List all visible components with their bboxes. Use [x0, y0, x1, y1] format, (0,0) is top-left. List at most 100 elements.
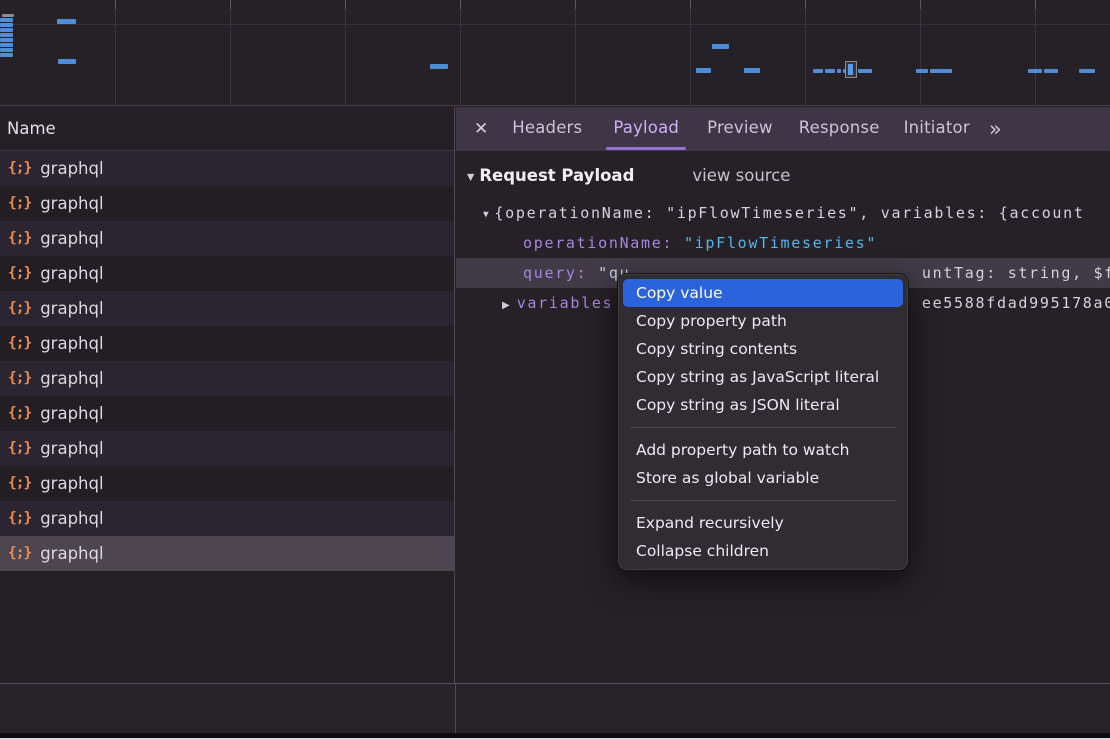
close-icon[interactable]: ✕ [474, 119, 488, 139]
request-row[interactable]: {;} graphql [0, 466, 454, 501]
timeline-grey-bar [2, 14, 14, 17]
timeline-bar [837, 69, 841, 73]
collapse-triangle-icon: ▼ [483, 209, 490, 220]
request-rows: {;} graphql {;} graphql {;} graphql {;} grap… [0, 151, 454, 571]
payload-root-row[interactable]: ▼ {operationName: "ipFlowTimeseries", var… [456, 198, 1110, 228]
timeline-bar [813, 69, 823, 73]
timeline-bar [0, 18, 13, 22]
timeline-bar [0, 33, 13, 37]
menu-item-copy-property-path[interactable]: Copy property path [623, 307, 903, 335]
request-row[interactable]: {;} graphql [0, 186, 454, 221]
timeline-tick [1035, 0, 1036, 9]
request-row[interactable]: {;}graphql [0, 431, 454, 466]
json-braces-icon: {;} [8, 536, 31, 571]
request-row-selected[interactable]: {;}graphql [0, 536, 454, 571]
collapse-triangle-icon: ▼ [467, 172, 474, 183]
request-row[interactable]: {;} graphql [0, 256, 454, 291]
network-summary-bar [0, 683, 1110, 733]
json-braces-icon: {;} [8, 466, 31, 501]
timeline-gridline [345, 0, 346, 106]
request-name: graphql [40, 291, 103, 326]
json-braces-icon: {;} [8, 256, 31, 291]
timeline-tick [690, 0, 691, 9]
menu-item-copy-value[interactable]: Copy value [623, 279, 903, 307]
timeline-gridline [920, 0, 921, 106]
timeline-gridline [805, 0, 806, 106]
timeline-gridline [230, 0, 231, 106]
timeline-gridline [115, 0, 116, 106]
request-name: graphql [40, 326, 103, 361]
property-key: query [523, 264, 577, 282]
timeline-bar [0, 23, 13, 27]
view-source-link[interactable]: view source [692, 166, 790, 185]
request-name: graphql [40, 501, 103, 536]
section-title: Request Payload [479, 166, 634, 185]
context-menu: Copy value Copy property path Copy strin… [617, 273, 909, 571]
panel-divider [455, 684, 456, 733]
timeline-tick [115, 0, 116, 9]
tab-payload[interactable]: Payload [606, 107, 686, 151]
json-braces-icon: {;} [8, 151, 31, 186]
timeline-gridline [575, 0, 576, 106]
timeline-bar [916, 69, 928, 73]
menu-item-copy-string-contents[interactable]: Copy string contents [623, 335, 903, 363]
timeline-lane-divider [0, 24, 1110, 25]
tab-response[interactable]: Response [792, 107, 887, 151]
request-row[interactable]: {;} graphql [0, 326, 454, 361]
column-header-name[interactable]: Name [0, 107, 454, 151]
menu-item-collapse-children[interactable]: Collapse children [623, 537, 903, 565]
timeline-bar [0, 38, 13, 42]
request-name: graphql [40, 466, 103, 501]
json-braces-icon: {;} [8, 221, 31, 256]
property-value: "ipFlowTimeseries" [684, 234, 877, 252]
payload-preview-text: {operationName: "ipFlowTimeseries", vari… [494, 204, 1084, 222]
timeline-bar [696, 68, 711, 73]
network-overview-timeline[interactable] [0, 0, 1110, 106]
timeline-tick [805, 0, 806, 9]
request-name: graphql [40, 221, 103, 256]
request-row[interactable]: {;} graphql [0, 501, 454, 536]
devtools-network-panel: Name {;} graphql {;} graphql {;} graphql {;… [0, 0, 1110, 740]
menu-item-copy-string-json-literal[interactable]: Copy string as JSON literal [623, 391, 903, 419]
tab-headers[interactable]: Headers [505, 107, 589, 151]
timeline-bar [1028, 69, 1042, 73]
timeline-tick [230, 0, 231, 9]
tab-initiator[interactable]: Initiator [897, 107, 977, 151]
request-list-panel: Name {;} graphql {;} graphql {;} graphql {;… [0, 107, 455, 683]
request-row[interactable]: {;}graphql [0, 291, 454, 326]
timeline-bar [58, 59, 76, 64]
menu-separator [630, 500, 896, 501]
menu-item-store-as-global-variable[interactable]: Store as global variable [623, 464, 903, 492]
timeline-bar [712, 44, 729, 49]
request-name: graphql [40, 431, 103, 466]
tab-preview[interactable]: Preview [700, 107, 780, 151]
request-row[interactable]: {;} graphql [0, 151, 454, 186]
timeline-tick [345, 0, 346, 9]
json-braces-icon: {;} [8, 396, 31, 431]
timeline-bar [430, 64, 448, 69]
menu-item-expand-recursively[interactable]: Expand recursively [623, 509, 903, 537]
request-payload-section-header[interactable]: ▼ Request Payload view source [456, 163, 1110, 189]
timeline-bar [1079, 69, 1095, 73]
timeline-bar [0, 53, 13, 57]
request-row[interactable]: {;}graphql [0, 361, 454, 396]
request-name: graphql [40, 256, 103, 291]
network-main-area: Name {;} graphql {;} graphql {;} graphql {;… [0, 107, 1110, 683]
json-braces-icon: {;} [8, 501, 31, 536]
timeline-gridline [690, 0, 691, 106]
timeline-selected-request-bar [848, 64, 853, 75]
request-name: graphql [40, 186, 103, 221]
request-name: graphql [40, 151, 103, 186]
more-tabs-icon[interactable]: » [989, 109, 1002, 149]
column-header-name-label: Name [7, 119, 56, 138]
request-row[interactable]: {;} graphql [0, 396, 454, 431]
menu-item-copy-string-js-literal[interactable]: Copy string as JavaScript literal [623, 363, 903, 391]
request-row[interactable]: {;} graphql [0, 221, 454, 256]
property-key: variables [517, 294, 614, 312]
payload-row-operation-name[interactable]: operationName: "ipFlowTimeseries" [456, 228, 1110, 258]
menu-separator [630, 427, 896, 428]
request-name: graphql [40, 396, 103, 431]
menu-item-add-property-path-to-watch[interactable]: Add property path to watch [623, 436, 903, 464]
json-braces-icon: {;} [8, 186, 31, 221]
json-braces-icon: {;} [8, 326, 31, 361]
